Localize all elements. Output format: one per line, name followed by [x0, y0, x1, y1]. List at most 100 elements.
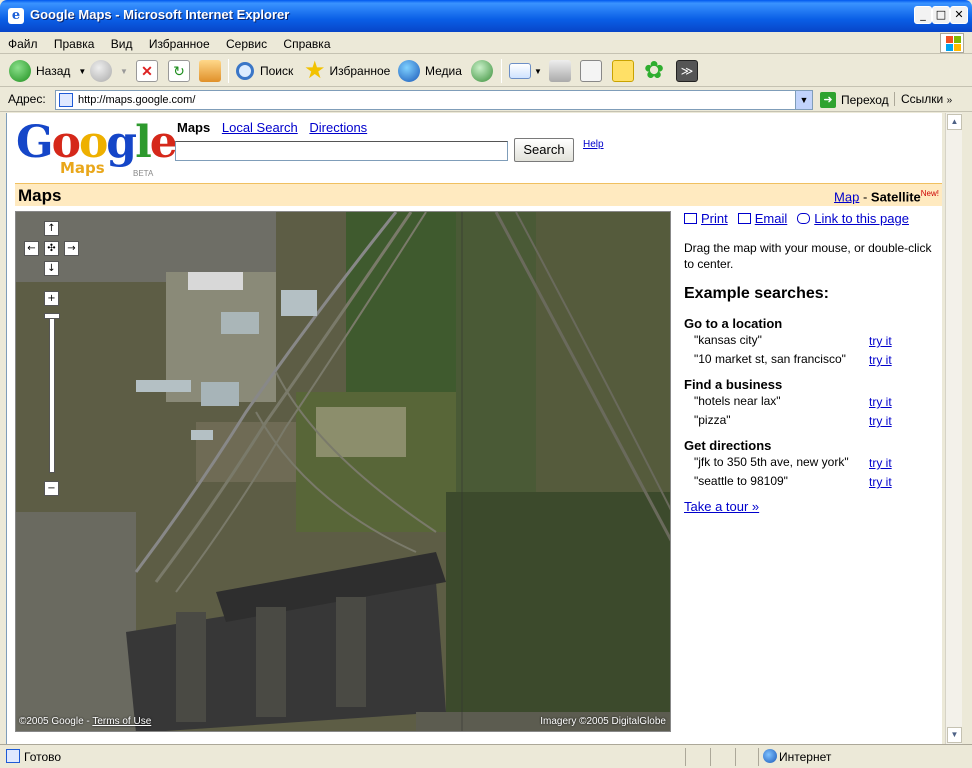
mail-button[interactable]: ▼	[509, 59, 542, 83]
favorites-button[interactable]: ★ Избранное	[304, 59, 390, 83]
page-title: Maps	[18, 186, 62, 205]
vertical-scrollbar[interactable]: ▲ ▼	[945, 113, 962, 744]
menu-file[interactable]: Файл	[0, 32, 43, 51]
nav-maps: Maps	[177, 120, 211, 135]
forward-arrow-icon	[90, 60, 112, 82]
google-nav: Maps Local Search Directions	[177, 120, 375, 135]
chevron-icon: ≫	[676, 60, 698, 82]
refresh-button[interactable]: ↻	[168, 59, 190, 83]
icq-button[interactable]: ✿	[644, 59, 664, 83]
email-icon	[737, 213, 751, 224]
address-url: http://maps.google.com/	[78, 94, 196, 106]
section-title: Go to a location	[684, 316, 783, 331]
take-tour-link[interactable]: Take a tour »	[684, 499, 939, 514]
satellite-imagery	[16, 212, 670, 731]
star-icon: ★	[304, 57, 326, 84]
search-input[interactable]	[175, 141, 508, 161]
page-viewport: Google Maps BETA Maps Local Search Direc…	[6, 113, 942, 744]
panel-links: Print Email Link to this page	[684, 211, 939, 226]
page-status-icon	[6, 749, 20, 763]
history-button[interactable]	[471, 59, 493, 83]
menu-edit[interactable]: Правка	[46, 32, 100, 51]
links-button[interactable]: Ссылки »	[894, 92, 952, 106]
example-item: "kansas city" try it	[684, 331, 939, 350]
forward-button[interactable]: ▼	[90, 59, 128, 83]
map-mode-switch: Map - SatelliteNew!	[834, 189, 939, 205]
try-it-link[interactable]: try it	[869, 473, 892, 492]
toolbar: Назад ▼ ▼ ✕ ↻ Поиск ★ Избранное Медиа ▼	[0, 55, 972, 87]
address-input[interactable]: http://maps.google.com/ ▼	[55, 90, 813, 110]
back-button[interactable]: Назад ▼	[9, 59, 86, 83]
try-it-link[interactable]: try it	[869, 412, 892, 431]
zoom-out-button[interactable]: −	[44, 481, 59, 496]
menu-favorites[interactable]: Избранное	[141, 32, 215, 51]
address-dropdown-icon[interactable]: ▼	[795, 91, 812, 109]
menu-tools[interactable]: Сервис	[218, 32, 272, 51]
dropdown-icon[interactable]: ▼	[120, 67, 128, 76]
menu-help[interactable]: Справка	[275, 32, 335, 51]
scroll-up-icon[interactable]: ▲	[947, 114, 962, 130]
extra-button[interactable]: ≫	[676, 59, 698, 83]
minimize-button[interactable]: _	[914, 6, 932, 24]
example-item: "10 market st, san francisco" try it	[684, 350, 939, 369]
map-mode-link[interactable]: Map	[834, 189, 859, 204]
home-button[interactable]	[199, 59, 221, 83]
stop-icon: ✕	[136, 60, 158, 82]
home-icon	[199, 60, 221, 82]
satellite-mode-label[interactable]: Satellite	[871, 189, 921, 204]
zoom-slider-handle[interactable]	[44, 313, 60, 319]
try-it-link[interactable]: try it	[869, 332, 892, 351]
try-it-link[interactable]: try it	[869, 393, 892, 412]
refresh-icon: ↻	[168, 60, 190, 82]
stop-button[interactable]: ✕	[136, 59, 158, 83]
google-maps-logo[interactable]: Google Maps BETA	[16, 121, 178, 181]
maximize-button[interactable]: □	[932, 6, 950, 24]
globe-icon	[398, 60, 420, 82]
side-panel: Print Email Link to this page Drag the m…	[684, 211, 939, 514]
search-button[interactable]: Search	[514, 138, 574, 162]
close-button[interactable]: ✕	[950, 6, 968, 24]
discuss-button[interactable]	[612, 59, 634, 83]
flower-icon: ✿	[644, 57, 665, 84]
search-button[interactable]: Поиск	[236, 59, 293, 83]
status-divider	[710, 748, 711, 766]
email-link[interactable]: Email	[737, 211, 787, 226]
zoom-in-button[interactable]: +	[44, 291, 59, 306]
satellite-map[interactable]: ↑ ← ✣ → ↓ + − ©2005 Google - Terms of Us…	[15, 211, 671, 732]
security-zone-label: Интернет	[779, 750, 832, 764]
map-copyright: ©2005 Google - Terms of Use	[19, 716, 152, 727]
menu-view[interactable]: Вид	[103, 32, 138, 51]
search-icon	[236, 62, 254, 80]
edit-button[interactable]	[580, 59, 602, 83]
pan-center-button[interactable]: ✣	[44, 241, 59, 256]
link-to-page[interactable]: Link to this page	[797, 211, 909, 226]
dropdown-icon[interactable]: ▼	[534, 67, 542, 76]
print-link[interactable]: Print	[684, 211, 728, 226]
go-button[interactable]: ➜ Переход	[820, 90, 889, 110]
pan-down-button[interactable]: ↓	[44, 261, 59, 276]
nav-directions[interactable]: Directions	[309, 120, 367, 135]
dropdown-icon[interactable]: ▼	[78, 67, 86, 76]
help-link[interactable]: Help	[583, 139, 604, 150]
try-it-link[interactable]: try it	[869, 351, 892, 370]
menu-bar: Файл Правка Вид Избранное Сервис Справка	[0, 32, 972, 54]
logo-beta-label: BETA	[133, 169, 154, 178]
ie-icon: e	[8, 8, 24, 24]
title-bar: e Google Maps - Microsoft Internet Explo…	[0, 0, 972, 32]
terms-link[interactable]: Terms of Use	[92, 716, 151, 727]
internet-zone-icon	[763, 749, 777, 763]
nav-local-search[interactable]: Local Search	[222, 120, 298, 135]
link-icon	[797, 213, 811, 224]
zoom-slider-track[interactable]	[49, 313, 55, 473]
example-item: "jfk to 350 5th ave, new york" try it	[684, 453, 939, 472]
status-divider	[735, 748, 736, 766]
media-button[interactable]: Медиа	[398, 59, 462, 83]
pan-left-button[interactable]: ←	[24, 241, 39, 256]
scroll-down-icon[interactable]: ▼	[947, 727, 962, 743]
example-item: "hotels near lax" try it	[684, 392, 939, 411]
try-it-link[interactable]: try it	[869, 454, 892, 473]
pan-up-button[interactable]: ↑	[44, 221, 59, 236]
pan-right-button[interactable]: →	[64, 241, 79, 256]
print-button[interactable]	[549, 59, 571, 83]
note-icon	[612, 60, 634, 82]
